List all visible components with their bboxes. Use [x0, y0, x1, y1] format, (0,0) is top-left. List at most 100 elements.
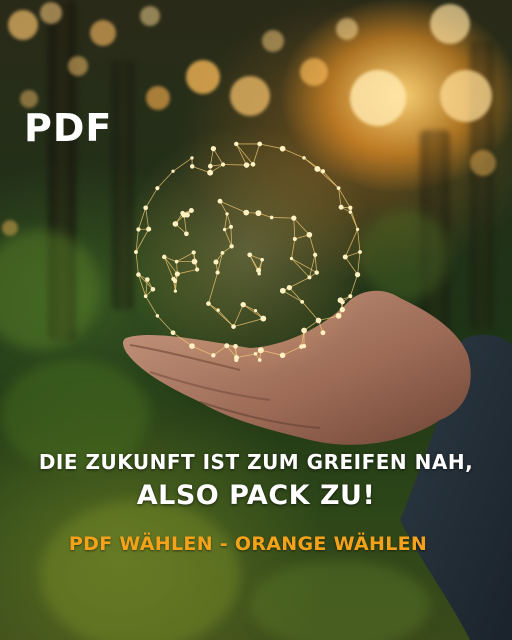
pdf-title: PDF	[24, 106, 113, 150]
globe-node	[312, 252, 318, 258]
globe-node	[335, 312, 342, 319]
globe-node	[215, 270, 220, 275]
globe-node	[217, 198, 223, 204]
globe-node	[234, 357, 239, 363]
globe-node	[307, 275, 312, 280]
globe-node	[256, 267, 262, 273]
globe-node	[355, 227, 360, 232]
globe-node	[255, 210, 262, 217]
globe-node	[340, 299, 345, 305]
globe-node	[302, 156, 306, 160]
globe-node	[174, 271, 180, 277]
globe-node	[210, 146, 217, 152]
globe-node	[292, 236, 297, 242]
globe-connection	[223, 164, 247, 166]
globe-node	[348, 210, 353, 214]
globe-node	[279, 352, 286, 359]
globe-node	[250, 162, 256, 167]
globe-node	[289, 256, 294, 261]
globe-node	[320, 330, 326, 336]
globe-node	[228, 224, 233, 229]
globe-node	[220, 162, 226, 167]
globe-node	[233, 343, 238, 349]
globe-node	[170, 330, 176, 336]
globe-node	[155, 314, 160, 318]
globe-node	[136, 227, 141, 232]
globe-node	[279, 287, 286, 294]
globe-node	[306, 231, 313, 238]
globe-node	[336, 186, 341, 191]
globe-node	[191, 250, 196, 255]
globe-node	[314, 270, 319, 275]
globe-node	[216, 308, 220, 312]
globe-node	[174, 259, 179, 264]
globe-node	[146, 226, 152, 232]
globe-node	[301, 327, 307, 334]
globe-node	[300, 299, 305, 304]
globe-node	[191, 258, 198, 265]
globe-node	[220, 251, 225, 255]
globe-node	[222, 227, 227, 232]
globe-node	[342, 254, 348, 260]
globe-node	[358, 250, 362, 254]
globe-node	[247, 252, 253, 258]
globe-node	[172, 278, 178, 284]
globe-node	[243, 162, 250, 168]
globe-node	[194, 267, 200, 272]
globe-node	[257, 358, 262, 362]
globe-node	[348, 294, 353, 299]
globe-node	[338, 204, 344, 210]
globe-node	[189, 164, 195, 169]
globe-node	[257, 141, 263, 147]
globe-node	[206, 301, 211, 306]
globe-node	[143, 294, 148, 299]
globe-node	[260, 315, 267, 322]
globe-node	[143, 205, 148, 211]
globe-node	[240, 301, 246, 308]
globe-node	[315, 317, 322, 324]
globe-node	[314, 165, 321, 172]
globe-node	[145, 277, 150, 282]
globe-node	[348, 205, 353, 210]
globe-node	[257, 347, 264, 354]
globe-node	[229, 244, 234, 249]
globe-node	[269, 215, 274, 220]
globe-node	[189, 343, 195, 349]
headline-line-2: ALSO PACK ZU!	[136, 480, 376, 511]
globe-node	[253, 309, 258, 313]
globe-node	[279, 145, 286, 152]
globe-node	[171, 169, 175, 173]
globe-node	[234, 141, 239, 147]
globe-node	[180, 210, 185, 216]
poster: PDF DIE ZUKUNFT IST ZUM GREIFEN NAH, ALS…	[0, 0, 512, 640]
globe-node	[134, 250, 138, 254]
globe-node	[231, 324, 236, 329]
globe-node	[213, 259, 219, 265]
cta-slogan: PDF WÄHLEN - ORANGE WÄHLEN	[68, 533, 428, 555]
globe-node	[184, 231, 189, 237]
globe-node	[260, 257, 264, 262]
globe-node	[320, 169, 326, 174]
globe-node	[354, 271, 361, 278]
globe-node	[162, 254, 167, 260]
globe-node	[172, 221, 179, 227]
globe-node	[301, 343, 307, 349]
globe-node	[243, 209, 250, 216]
headline: DIE ZUKUNFT IST ZUM GREIFEN NAH, ALSO PA…	[0, 450, 512, 511]
globe-node	[291, 215, 297, 221]
globe-node	[155, 186, 160, 191]
globe-node	[136, 272, 141, 277]
globe-node	[224, 343, 230, 349]
globe-node	[150, 286, 156, 292]
globe-node	[207, 163, 213, 169]
globe-node	[286, 284, 293, 291]
globe-node	[190, 156, 194, 160]
headline-line-1: DIE ZUKUNFT IST ZUM GREIFEN NAH,	[38, 450, 474, 474]
globe-node	[339, 306, 346, 313]
globe-node	[253, 352, 258, 356]
globe-node	[188, 207, 194, 214]
globe-node	[173, 289, 178, 293]
globe-node	[225, 212, 229, 216]
globe-node	[211, 353, 216, 358]
globe-node	[207, 169, 214, 176]
